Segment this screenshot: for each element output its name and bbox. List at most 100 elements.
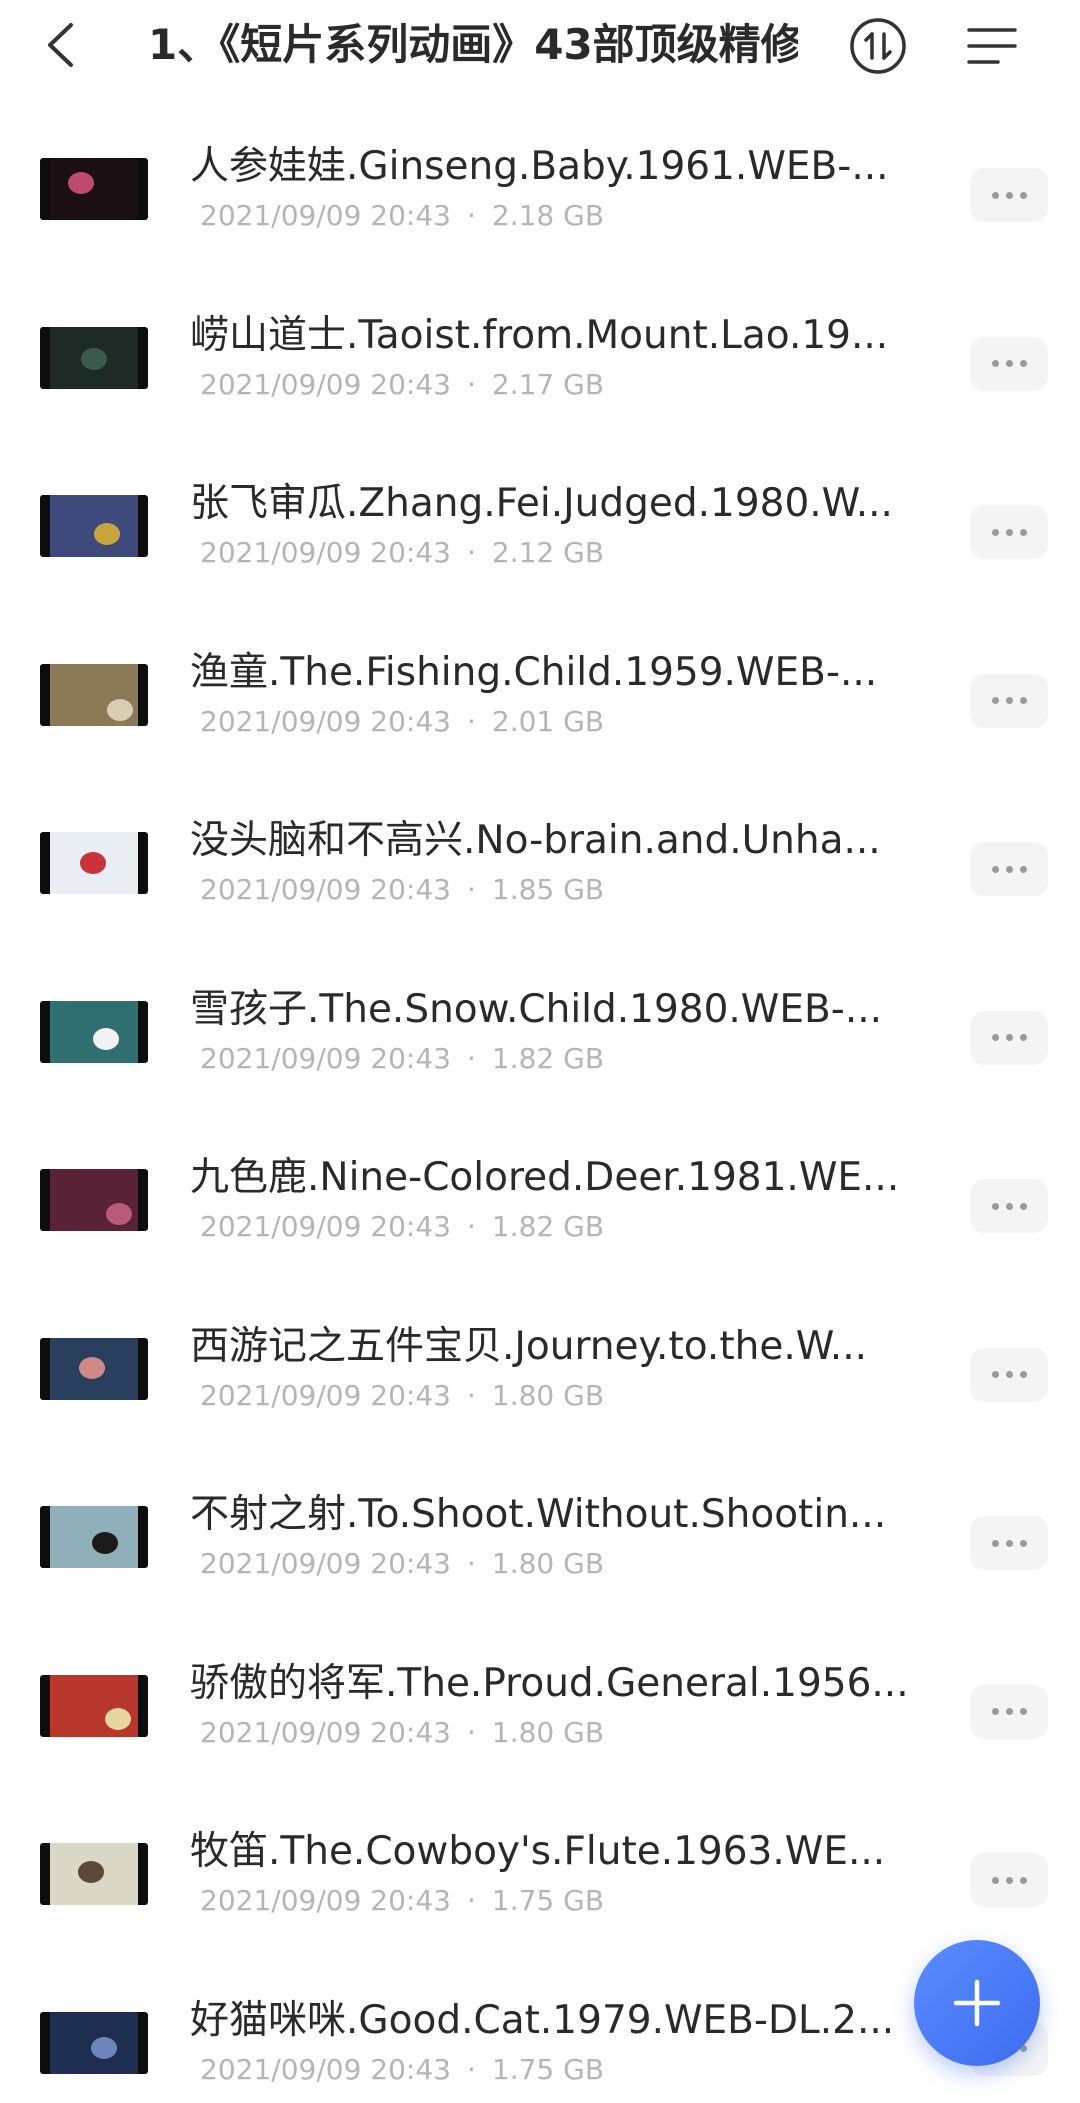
file-meta: 2021/09/09 20:43 · 2.12 GB [200,533,604,573]
file-date: 2021/09/09 20:43 [200,199,451,232]
more-options-button[interactable] [970,1179,1048,1233]
more-horizontal-icon [991,1371,1027,1378]
video-thumbnail [40,158,148,220]
more-dot [991,1708,999,1715]
file-date: 2021/09/09 20:43 [200,367,451,401]
more-options-button[interactable] [970,336,1048,391]
file-meta: 2021/09/09 20:43 · 1.80 GB [200,1544,604,1584]
more-dot [1019,1202,1027,1210]
chevron-left-icon [48,23,73,67]
more-dot [1005,360,1013,367]
more-options-button[interactable] [970,1516,1048,1570]
more-horizontal-icon [991,1876,1027,1884]
file-size: 2.18 GB [491,199,605,232]
thumbnail-detail [93,1027,119,1050]
file-date: 2021/09/09 20:43 [200,1547,451,1580]
file-size: 1.80 GB [491,1378,605,1412]
file-meta: 2021/09/09 20:43 · 2.01 GB [200,702,604,742]
more-options-button[interactable] [970,505,1048,559]
file-name: 雪孩子.The.Snow.Child.1980.WEB-... [190,986,883,1032]
file-size: 1.82 GB [491,1210,605,1243]
add-button[interactable] [914,1940,1040,2066]
file-row[interactable]: 不射之射.To.Shoot.Without.Shootin... 2021/09/… [0,1456,1080,1625]
separator-dot: · [466,1378,476,1412]
file-size: 2.12 GB [491,536,605,569]
more-dot [1019,697,1027,704]
top-bar: 1、《短片系列动画》43部顶级精修版 [0,0,1080,95]
video-thumbnail [40,1506,148,1568]
separator-dot: · [466,367,476,401]
file-date: 2021/09/09 20:43 [200,1041,451,1075]
file-row[interactable]: 牧笛.The.Cowboy's.Flute.1963.WE... 2021/09/… [0,1793,1080,1962]
thumbnail-detail [107,698,133,721]
file-row[interactable]: 渔童.The.Fishing.Child.1959.WEB-... 2021/09… [0,614,1080,783]
file-row[interactable]: 西游记之五件宝贝.Journey.to.the.W... 2021/09/09 2… [0,1288,1080,1457]
more-options-button[interactable] [970,1684,1048,1739]
file-date: 2021/09/09 20:43 [200,1715,451,1749]
file-row[interactable]: 张飞审瓜.Zhang.Fei.Judged.1980.W... 2021/09/0… [0,445,1080,614]
sort-button[interactable] [848,16,908,76]
file-meta: 2021/09/09 20:43 · 1.82 GB [200,1039,604,1079]
more-options-button[interactable] [970,168,1048,222]
more-options-button[interactable] [970,1010,1048,1065]
more-horizontal-icon [991,1708,1027,1715]
file-date: 2021/09/09 20:43 [200,1884,451,1917]
more-options-button[interactable] [970,842,1048,896]
file-name: 渔童.The.Fishing.Child.1959.WEB-... [190,649,878,695]
file-meta: 2021/09/09 20:43 · 2.18 GB [200,196,604,236]
more-dot [1005,1034,1013,1041]
file-meta: 2021/09/09 20:43 · 1.75 GB [200,1881,604,1921]
separator-dot: · [466,536,476,569]
menu-button[interactable] [962,16,1022,76]
back-button[interactable] [36,18,84,72]
file-name: 九色鹿.Nine-Colored.Deer.1981.WE... [190,1155,900,1200]
more-dot [1019,360,1027,367]
file-row[interactable]: 没头脑和不高兴.No-brain.and.Unha... 2021/09/09 2… [0,782,1080,951]
separator-dot: · [466,1884,476,1917]
file-date: 2021/09/09 20:43 [200,1378,451,1412]
file-row[interactable]: 雪孩子.The.Snow.Child.1980.WEB-... 2021/09/0… [0,951,1080,1120]
more-horizontal-icon [991,528,1027,536]
more-horizontal-icon [991,191,1027,199]
file-row[interactable]: 崂山道士.Taoist.from.Mount.Lao.19... 2021/09/… [0,277,1080,446]
thumbnail-detail [78,1861,104,1883]
file-row[interactable]: 九色鹿.Nine-Colored.Deer.1981.WE... 2021/09/… [0,1119,1080,1288]
file-size: 1.80 GB [491,1715,605,1749]
more-dot [1019,191,1027,199]
file-meta: 2021/09/09 20:43 · 1.75 GB [200,2050,604,2090]
file-name: 人参娃娃.Ginseng.Baby.1961.WEB-... [190,144,889,189]
more-horizontal-icon [991,697,1027,704]
more-dot [1005,697,1013,704]
more-dot [1005,1708,1013,1715]
file-date: 2021/09/09 20:43 [200,1210,451,1243]
thumbnail-detail [79,1356,105,1379]
more-dot [1005,1371,1013,1378]
more-options-button[interactable] [970,673,1048,728]
thumbnail-detail [105,1707,131,1730]
more-options-button[interactable] [970,1853,1048,1907]
more-dot [1005,1539,1013,1547]
more-dot [1019,528,1027,536]
video-thumbnail [40,832,148,894]
more-horizontal-icon [991,1034,1027,1041]
more-dot [1005,865,1013,873]
file-size: 2.01 GB [491,704,605,738]
more-options-button[interactable] [970,1347,1048,1402]
file-meta: 2021/09/09 20:43 · 1.82 GB [200,1207,604,1247]
file-date: 2021/09/09 20:43 [200,2052,451,2086]
more-dot [1019,1034,1027,1041]
more-dot [991,697,999,704]
video-thumbnail [40,663,148,726]
thumbnail-detail [81,347,107,370]
file-size: 1.75 GB [491,1884,605,1917]
thumbnail-detail [94,523,120,545]
more-horizontal-icon [991,1539,1027,1547]
more-dot [1005,191,1013,199]
more-dot [1005,1202,1013,1210]
file-row[interactable]: 骄傲的将军.The.Proud.General.1956... 2021/09/0… [0,1625,1080,1794]
video-thumbnail [40,2011,148,2074]
more-dot [991,1876,999,1884]
file-date: 2021/09/09 20:43 [200,704,451,738]
more-horizontal-icon [991,1202,1027,1210]
file-row[interactable]: 人参娃娃.Ginseng.Baby.1961.WEB-... 2021/09/09… [0,108,1080,277]
